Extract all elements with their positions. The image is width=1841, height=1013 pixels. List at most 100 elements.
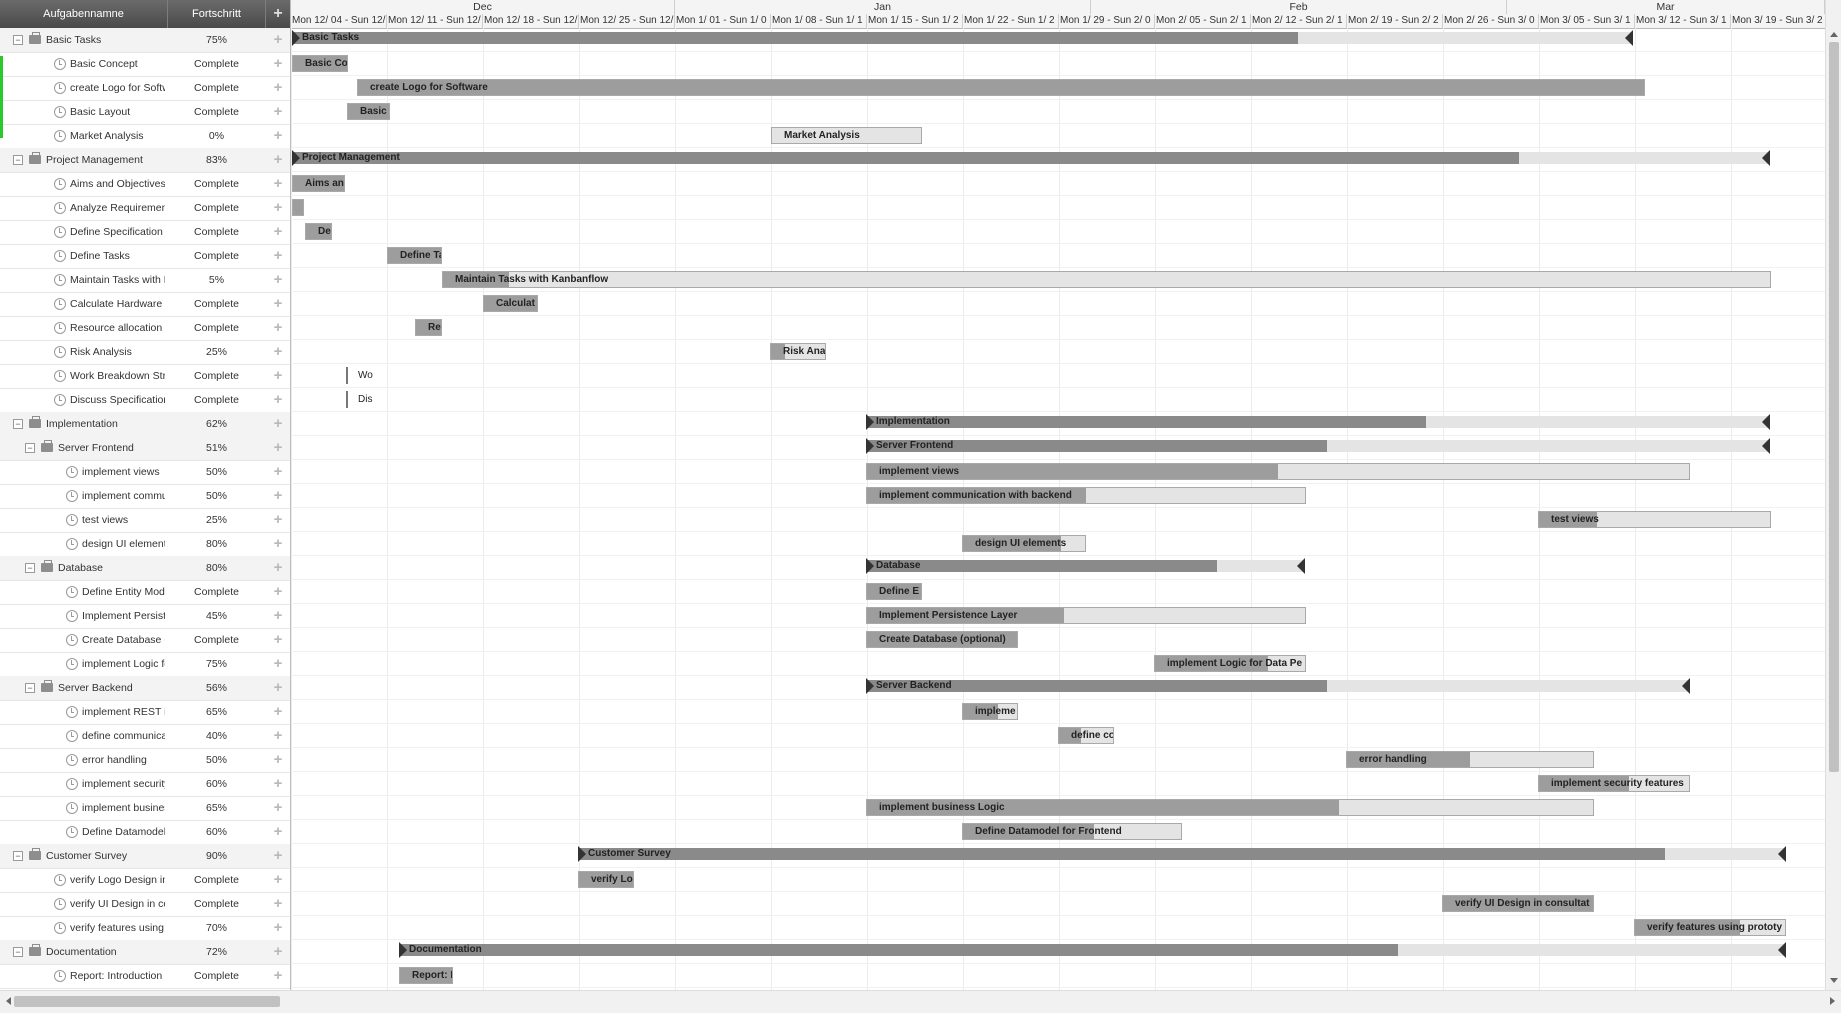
task-row[interactable]: test views 25% + (0, 508, 290, 533)
task-name[interactable]: Work Breakdown Struc (70, 364, 165, 388)
collapse-toggle-icon[interactable]: − (25, 443, 35, 453)
task-name[interactable]: Basic Layout (70, 100, 165, 124)
task-name[interactable]: Project Management (46, 148, 165, 172)
add-subtask-button[interactable]: + (266, 148, 290, 172)
add-subtask-button[interactable]: + (266, 916, 290, 940)
add-subtask-button[interactable]: + (266, 724, 290, 748)
task-name[interactable]: Aims and Objectives (70, 172, 165, 196)
task-row[interactable]: Define Tasks Complete + (0, 244, 290, 269)
task-bar[interactable]: Market Analysis (771, 127, 922, 144)
task-bar[interactable]: Calculat (483, 295, 538, 312)
collapse-toggle-icon[interactable]: − (13, 35, 23, 45)
task-bar[interactable]: Define E (866, 583, 922, 600)
add-subtask-button[interactable]: + (266, 412, 290, 436)
project-bar[interactable]: Server Backend (866, 680, 1690, 692)
task-row[interactable]: error handling 50% + (0, 748, 290, 773)
task-group-row[interactable]: − Server Frontend 51% + (0, 436, 290, 461)
task-row[interactable]: Define Entity Mode Complete + (0, 580, 290, 605)
add-subtask-button[interactable]: + (266, 220, 290, 244)
add-subtask-button[interactable]: + (266, 940, 290, 964)
collapse-toggle-icon[interactable]: − (25, 563, 35, 573)
task-row[interactable]: verify UI Design in cor Complete + (0, 892, 290, 917)
task-row[interactable]: implement REST ir 65% + (0, 700, 290, 725)
task-name[interactable]: Maintain Tasks with Ka (70, 268, 165, 292)
task-row[interactable]: implement busines 65% + (0, 796, 290, 821)
add-subtask-button[interactable]: + (266, 580, 290, 604)
task-name[interactable]: Database (58, 556, 165, 580)
task-row[interactable]: Work Breakdown Struc Complete + (0, 364, 290, 389)
task-bar[interactable]: define co (1058, 727, 1114, 744)
horizontal-scrollbar[interactable] (0, 990, 1841, 1013)
vertical-scroll-thumb[interactable] (1829, 42, 1839, 772)
add-subtask-button[interactable]: + (266, 556, 290, 580)
task-row[interactable]: Discuss Specification v Complete + (0, 388, 290, 413)
scroll-down-arrow-icon[interactable] (1830, 978, 1838, 983)
task-bar[interactable]: verify Lo (578, 871, 634, 888)
task-name[interactable]: design UI elements (82, 532, 165, 556)
task-row[interactable]: implement views 50% + (0, 460, 290, 485)
add-subtask-button[interactable]: + (266, 52, 290, 76)
task-name[interactable]: Market Analysis (70, 124, 165, 148)
task-name[interactable]: Server Backend (58, 676, 165, 700)
task-name[interactable]: verify UI Design in cor (70, 892, 165, 916)
scroll-left-arrow-icon[interactable] (6, 997, 11, 1005)
task-row[interactable]: Risk Analysis 25% + (0, 340, 290, 365)
task-bar[interactable]: test views (1538, 511, 1771, 528)
collapse-toggle-icon[interactable]: − (13, 851, 23, 861)
task-name[interactable]: Calculate Hardware cc (70, 292, 165, 316)
task-row[interactable]: design UI elements 80% + (0, 532, 290, 557)
add-subtask-button[interactable]: + (266, 364, 290, 388)
task-group-row[interactable]: − Basic Tasks 75% + (0, 28, 290, 53)
task-row[interactable]: Define Specification Complete + (0, 220, 290, 245)
task-name[interactable]: Create Database (o (82, 628, 165, 652)
task-row[interactable]: Implement Persiste 45% + (0, 604, 290, 629)
add-subtask-button[interactable]: + (266, 892, 290, 916)
add-subtask-button[interactable]: + (266, 292, 290, 316)
task-name[interactable]: Basic Tasks (46, 28, 165, 52)
task-name[interactable]: Risk Analysis (70, 340, 165, 364)
add-subtask-button[interactable]: + (266, 964, 290, 988)
task-name[interactable]: create Logo for Softwa (70, 76, 165, 100)
add-subtask-button[interactable]: + (266, 700, 290, 724)
add-subtask-button[interactable]: + (266, 316, 290, 340)
add-subtask-button[interactable]: + (266, 508, 290, 532)
task-bar[interactable]: verify UI Design in consultat (1442, 895, 1594, 912)
task-bar[interactable]: Maintain Tasks with Kanbanflow (442, 271, 1771, 288)
task-bar[interactable]: De (305, 223, 332, 240)
add-subtask-button[interactable]: + (266, 172, 290, 196)
scroll-right-arrow-icon[interactable] (1830, 997, 1835, 1005)
milestone-marker[interactable] (346, 391, 348, 408)
task-row[interactable]: implement commun 50% + (0, 484, 290, 509)
task-row[interactable]: Report: Introduction Complete + (0, 964, 290, 989)
task-name[interactable]: Discuss Specification v (70, 388, 165, 412)
task-row[interactable]: Maintain Tasks with Ka 5% + (0, 268, 290, 293)
add-subtask-button[interactable]: + (266, 340, 290, 364)
task-bar[interactable]: Aims an (292, 175, 345, 192)
add-subtask-button[interactable]: + (266, 460, 290, 484)
task-group-row[interactable]: − Customer Survey 90% + (0, 844, 290, 869)
horizontal-scroll-thumb[interactable] (14, 996, 280, 1007)
task-row[interactable]: Calculate Hardware cc Complete + (0, 292, 290, 317)
project-bar[interactable]: Basic Tasks (292, 32, 1633, 44)
task-row[interactable]: implement security 60% + (0, 772, 290, 797)
task-bar[interactable]: Report: I (399, 967, 453, 984)
task-row[interactable]: Aims and Objectives Complete + (0, 172, 290, 197)
add-subtask-button[interactable]: + (266, 100, 290, 124)
task-bar[interactable]: implement views (866, 463, 1690, 480)
column-header-progress[interactable]: Fortschritt (168, 0, 266, 28)
task-row[interactable]: Create Database (o Complete + (0, 628, 290, 653)
add-subtask-button[interactable]: + (266, 124, 290, 148)
task-name[interactable]: Report: Introduction (70, 964, 165, 988)
task-row[interactable]: create Logo for Softwa Complete + (0, 76, 290, 101)
task-bar[interactable]: Define Datamodel for Frontend (962, 823, 1182, 840)
task-row[interactable]: Define Datamodel f 60% + (0, 820, 290, 845)
task-bar[interactable]: implement business Logic (866, 799, 1594, 816)
add-subtask-button[interactable]: + (266, 388, 290, 412)
task-bar[interactable]: design UI elements (962, 535, 1086, 552)
task-row[interactable]: verify Logo Design in Complete + (0, 868, 290, 893)
task-bar[interactable]: create Logo for Software (357, 79, 1645, 96)
task-bar[interactable]: Re (415, 319, 442, 336)
collapse-toggle-icon[interactable]: − (25, 683, 35, 693)
task-name[interactable]: verify features using p (70, 916, 165, 940)
task-name[interactable]: Documentation (46, 940, 165, 964)
